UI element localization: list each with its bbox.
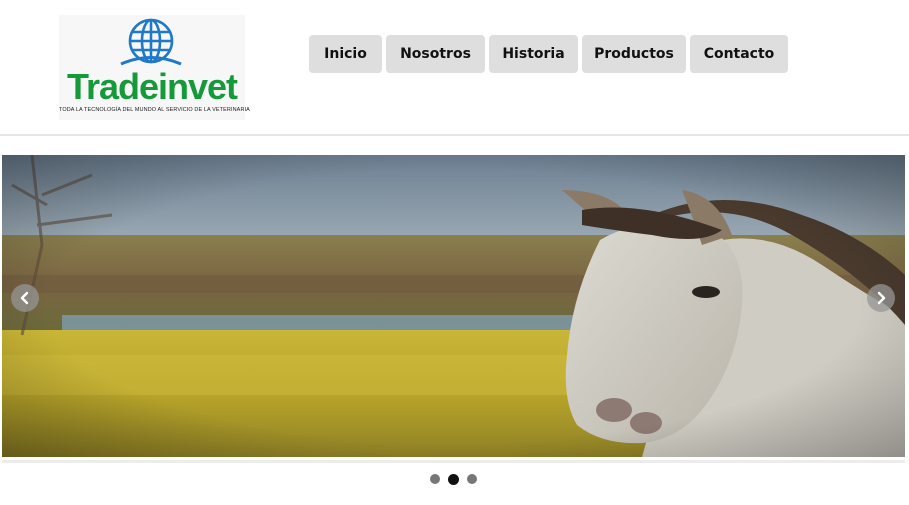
- nav-item-inicio[interactable]: Inicio: [309, 35, 382, 73]
- slider-bottom-border: [2, 460, 905, 463]
- nav-item-contacto[interactable]: Contacto: [690, 35, 788, 73]
- main-nav: Inicio Nosotros Historia Productos Conta…: [309, 35, 788, 73]
- nav-item-historia[interactable]: Historia: [489, 35, 578, 73]
- slider-dot-1[interactable]: [430, 474, 440, 484]
- slider-dot-3[interactable]: [467, 474, 477, 484]
- logo-tagline: TODA LA TECNOLOGÍA DEL MUNDO AL SERVICIO…: [59, 107, 250, 113]
- nav-item-nosotros[interactable]: Nosotros: [386, 35, 485, 73]
- logo-wordmark: Tradeinvet: [66, 66, 238, 107]
- slider-prev-button[interactable]: [11, 284, 39, 312]
- image-slider: [2, 155, 905, 457]
- logo[interactable]: Tradeinvet TODA LA TECNOLOGÍA DEL MUNDO …: [59, 15, 250, 120]
- chevron-right-icon: [877, 291, 886, 305]
- site-header: Tradeinvet TODA LA TECNOLOGÍA DEL MUNDO …: [0, 0, 909, 135]
- slider-next-button[interactable]: [867, 284, 895, 312]
- chevron-left-icon: [20, 291, 29, 305]
- slider-pagination: [430, 473, 477, 485]
- slide-image-horse: [2, 155, 905, 457]
- slider-dot-2[interactable]: [448, 473, 459, 485]
- header-divider: [0, 134, 909, 136]
- nav-item-productos[interactable]: Productos: [582, 35, 686, 73]
